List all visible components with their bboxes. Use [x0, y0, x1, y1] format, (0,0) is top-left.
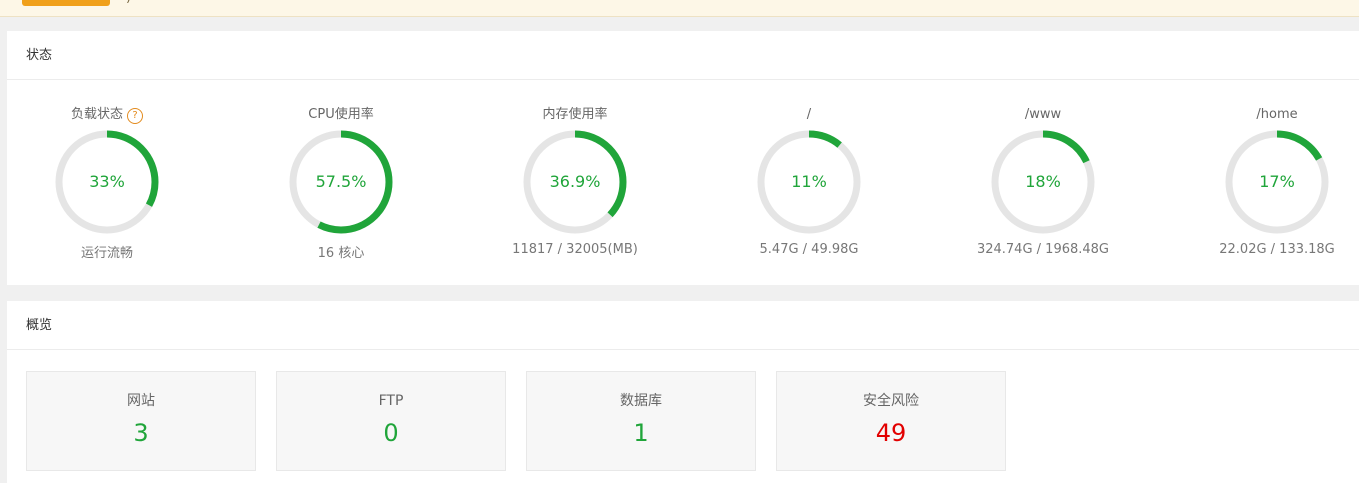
stat-card-databases[interactable]: 数据库 1: [526, 371, 756, 471]
status-panel-header: 状态: [7, 31, 1359, 80]
gauge-subtitle: 11817 / 32005(MB): [512, 242, 638, 257]
gauge-subtitle: 16 核心: [317, 246, 365, 261]
stat-value[interactable]: 1: [527, 419, 755, 447]
stat-label: 网站: [127, 393, 155, 409]
stat-card-ftp[interactable]: FTP 0: [276, 371, 506, 471]
overview-panel: 概览 网站 3 FTP 0 数据库 1 安全风险 49: [7, 301, 1359, 483]
gauge-subtitle: 22.02G / 133.18G: [1219, 242, 1335, 257]
banner-text: ): [126, 0, 131, 5]
gauge-percent: 36.9%: [549, 172, 601, 191]
gauge-load[interactable]: 负载状态? 33% 运行流畅: [17, 106, 197, 261]
gauge-disk-www[interactable]: /www 18% 324.74G / 1968.48G: [953, 106, 1133, 257]
stat-value[interactable]: 0: [277, 419, 505, 447]
gauge-percent: 11%: [791, 172, 827, 191]
gauge-memory[interactable]: 内存使用率 36.9% 11817 / 32005(MB): [485, 106, 665, 257]
gauge-subtitle: 5.47G / 49.98G: [759, 242, 859, 257]
gauge-title: /www: [1024, 107, 1062, 122]
gauge-cpu[interactable]: CPU使用率 57.5% 16 核心: [251, 106, 431, 261]
gauge-percent: 17%: [1259, 172, 1295, 191]
gauge-ring: 11%: [755, 128, 863, 236]
gauge-disk-root[interactable]: / 11% 5.47G / 49.98G: [719, 106, 899, 257]
gauge-title: 内存使用率: [542, 107, 608, 122]
help-icon[interactable]: ?: [127, 108, 143, 124]
stat-card-security-risks[interactable]: 安全风险 49: [776, 371, 1006, 471]
stat-label: 安全风险: [863, 393, 919, 409]
gauge-ring: 36.9%: [521, 128, 629, 236]
gauge-ring: 17%: [1223, 128, 1331, 236]
gauge-ring: 18%: [989, 128, 1097, 236]
gauge-title: 负载状态: [70, 107, 123, 122]
gauge-subtitle: 运行流畅: [80, 246, 133, 261]
gauge-percent: 33%: [89, 172, 125, 191]
gauge-ring: 57.5%: [287, 128, 395, 236]
banner-button[interactable]: [22, 0, 110, 6]
status-panel-title: 状态: [26, 48, 53, 63]
gauge-percent: 18%: [1025, 172, 1061, 191]
status-panel: 状态 负载状态? 33% 运行流畅 CPU使用率 57.5% 16 核心 内存使…: [7, 31, 1359, 285]
stat-card-websites[interactable]: 网站 3: [26, 371, 256, 471]
gauge-title: /: [806, 107, 812, 122]
gauge-subtitle: 324.74G / 1968.48G: [976, 242, 1110, 257]
gauge-disk-home[interactable]: /home 17% 22.02G / 133.18G: [1187, 106, 1359, 257]
stat-label: FTP: [378, 393, 404, 409]
overview-panel-title: 概览: [26, 318, 53, 333]
stat-label: 数据库: [620, 393, 662, 409]
gauge-ring: 33%: [53, 128, 161, 236]
stat-value[interactable]: 3: [27, 419, 255, 447]
notice-banner: ): [0, 0, 1359, 17]
gauge-title: CPU使用率: [308, 107, 374, 122]
gauge-percent: 57.5%: [315, 172, 367, 191]
stat-value[interactable]: 49: [777, 419, 1005, 447]
gauge-title: /home: [1256, 107, 1298, 122]
overview-panel-header: 概览: [7, 301, 1359, 350]
